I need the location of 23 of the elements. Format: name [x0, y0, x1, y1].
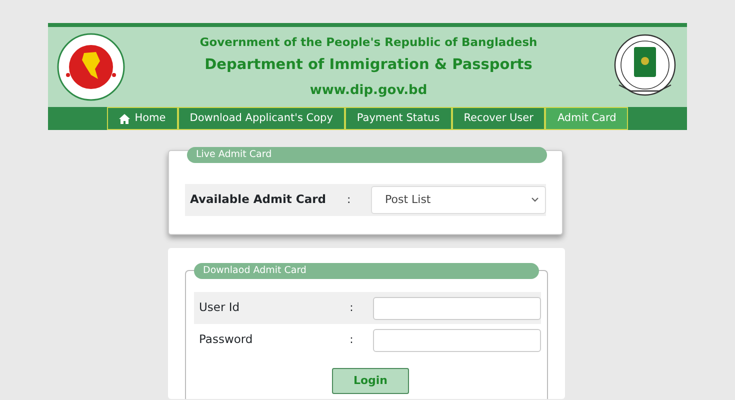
- nav-tab[interactable]: Home: [106, 107, 178, 130]
- nav-tab[interactable]: Download Applicant's Copy: [178, 107, 345, 130]
- separator-colon: :: [350, 332, 354, 348]
- input-field[interactable]: [373, 328, 541, 352]
- section-header: Live Admit Card: [187, 147, 547, 163]
- emblem-icon: [56, 33, 126, 101]
- separator-colon: :: [347, 192, 352, 208]
- input-field[interactable]: [373, 296, 541, 320]
- department-title: Department of Immigration & Passports: [204, 56, 534, 75]
- login-button[interactable]: Login: [332, 368, 409, 394]
- home-icon: [118, 114, 130, 124]
- nav-tab[interactable]: Recover User: [452, 107, 546, 130]
- government-subtitle: Government of the People's Republic of Bangladesh: [200, 34, 538, 51]
- separator-colon: :: [350, 300, 354, 316]
- nav-tab[interactable]: Admit Card: [545, 107, 628, 130]
- field-label: Password: [198, 331, 254, 348]
- section-header: Downlaod Admit Card: [194, 263, 539, 279]
- website-address: www.dip.gov.bd: [308, 82, 428, 100]
- post-list-select[interactable]: Post List: [371, 186, 546, 214]
- field-label: User Id: [198, 299, 241, 316]
- chevron-down-icon: [531, 197, 539, 203]
- field-label: Available Admit Card: [189, 191, 328, 208]
- nav-tab[interactable]: Payment Status: [344, 107, 452, 130]
